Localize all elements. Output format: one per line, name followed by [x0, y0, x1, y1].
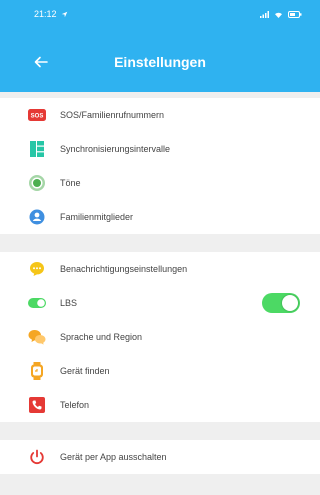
app-header: 21:12 Einstellungen: [0, 0, 320, 92]
toggle-knob: [282, 295, 298, 311]
settings-group-device: Benachrichtigungseinstellungen LBS Sprac…: [0, 252, 320, 422]
battery-icon: [288, 10, 302, 18]
sound-icon: [28, 174, 46, 192]
settings-item-label: LBS: [60, 298, 78, 308]
settings-item-label: Gerät per App ausschalten: [60, 452, 167, 462]
settings-item-label: Telefon: [60, 400, 90, 410]
wifi-icon: [275, 12, 282, 18]
title-bar: Einstellungen: [0, 44, 320, 80]
settings-item-label: Gerät finden: [60, 366, 110, 376]
spacer: [0, 234, 320, 252]
phone-icon: [28, 396, 46, 414]
power-icon: [28, 448, 46, 466]
settings-item-label: Synchronisierungsintervalle: [60, 144, 171, 154]
settings-item-label: SOS/Familienrufnummern: [60, 110, 165, 120]
settings-item-language-region[interactable]: Sprache und Region: [0, 320, 320, 354]
location-arrow-icon: [61, 11, 67, 17]
status-bar: 21:12: [0, 0, 320, 28]
lbs-toggle-switch[interactable]: [262, 293, 300, 313]
settings-item-lbs[interactable]: LBS: [0, 286, 320, 320]
find-device-icon: [28, 362, 46, 380]
lbs-toggle-icon: [28, 294, 46, 312]
page-title: Einstellungen: [114, 54, 206, 70]
svg-text:SOS: SOS: [31, 114, 44, 120]
status-time: 21:12: [34, 9, 57, 19]
back-arrow-icon: [34, 56, 48, 68]
notification-icon: [28, 260, 46, 278]
settings-item-find-device[interactable]: Gerät finden: [0, 354, 320, 388]
settings-item-family-members[interactable]: Familienmitglieder: [0, 200, 320, 234]
settings-item-notifications[interactable]: Benachrichtigungseinstellungen: [0, 252, 320, 286]
settings-item-sync-interval[interactable]: Synchronisierungsintervalle: [0, 132, 320, 166]
settings-item-sound[interactable]: Töne: [0, 166, 320, 200]
sync-interval-icon: [28, 140, 46, 158]
language-icon: [28, 328, 46, 346]
settings-item-label: Benachrichtigungseinstellungen: [60, 264, 188, 274]
settings-group-general: SOS SOS/Familienrufnummern Synchronisier…: [0, 98, 320, 234]
settings-group-power: Gerät per App ausschalten: [0, 440, 320, 474]
spacer: [0, 422, 320, 440]
settings-item-power-off[interactable]: Gerät per App ausschalten: [0, 440, 320, 474]
settings-item-sos[interactable]: SOS SOS/Familienrufnummern: [0, 98, 320, 132]
settings-item-label: Familienmitglieder: [60, 212, 134, 222]
settings-item-label: Sprache und Region: [60, 332, 143, 342]
sos-icon: SOS: [28, 106, 46, 124]
back-button[interactable]: [30, 51, 52, 73]
settings-item-phone[interactable]: Telefon: [0, 388, 320, 422]
settings-item-label: Töne: [60, 178, 81, 188]
signal-icon: [260, 10, 269, 18]
family-members-icon: [28, 208, 46, 226]
